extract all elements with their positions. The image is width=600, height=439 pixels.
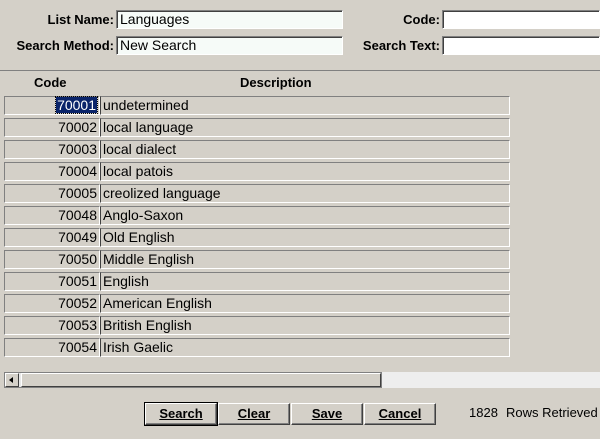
code-value: 70053 bbox=[58, 317, 97, 333]
list-name-field[interactable]: Languages bbox=[116, 10, 343, 29]
table-row[interactable]: 70049 Old English bbox=[4, 228, 510, 250]
table-row[interactable]: 70050 Middle English bbox=[4, 250, 510, 272]
code-value: 70054 bbox=[58, 339, 97, 355]
horizontal-scrollbar[interactable] bbox=[4, 372, 382, 388]
scrollbar-thumb[interactable] bbox=[21, 373, 381, 387]
table-row[interactable]: 70002 local language bbox=[4, 118, 510, 140]
search-method-field[interactable]: New Search bbox=[116, 36, 343, 55]
table-row[interactable]: 70001 undetermined bbox=[4, 96, 510, 118]
scrollbar-track-rest bbox=[382, 372, 600, 388]
table-row[interactable]: 70052 American English bbox=[4, 294, 510, 316]
code-cell[interactable]: 70005 bbox=[4, 184, 100, 203]
code-cell[interactable]: 70053 bbox=[4, 316, 100, 335]
code-value: 70005 bbox=[58, 185, 97, 201]
code-value: 70048 bbox=[58, 207, 97, 223]
description-cell[interactable]: undetermined bbox=[100, 96, 510, 115]
table-row[interactable]: 70053 British English bbox=[4, 316, 510, 338]
column-header-code[interactable]: Code bbox=[34, 72, 67, 94]
arrow-left-icon[interactable] bbox=[5, 373, 19, 387]
code-label: Code: bbox=[403, 12, 440, 27]
code-cell[interactable]: 70054 bbox=[4, 338, 100, 357]
code-cell[interactable]: 70048 bbox=[4, 206, 100, 225]
code-value: 70050 bbox=[58, 251, 97, 267]
list-name-label: List Name: bbox=[47, 12, 114, 27]
code-field[interactable] bbox=[442, 10, 600, 29]
code-value: 70001 bbox=[55, 96, 98, 114]
description-cell[interactable]: American English bbox=[100, 294, 510, 313]
code-cell[interactable]: 70002 bbox=[4, 118, 100, 137]
description-cell[interactable]: British English bbox=[100, 316, 510, 335]
description-cell[interactable]: Irish Gaelic bbox=[100, 338, 510, 357]
table-row[interactable]: 70005 creolized language bbox=[4, 184, 510, 206]
description-cell[interactable]: local dialect bbox=[100, 140, 510, 159]
code-cell[interactable]: 70003 bbox=[4, 140, 100, 159]
code-cell[interactable]: 70049 bbox=[4, 228, 100, 247]
search-method-label: Search Method: bbox=[16, 38, 114, 53]
code-cell[interactable]: 70052 bbox=[4, 294, 100, 313]
description-cell[interactable]: Anglo-Saxon bbox=[100, 206, 510, 225]
code-value: 70051 bbox=[58, 273, 97, 289]
table-row[interactable]: 70051 English bbox=[4, 272, 510, 294]
code-cell[interactable]: 70001 bbox=[4, 96, 100, 115]
code-value: 70003 bbox=[58, 141, 97, 157]
code-value: 70049 bbox=[58, 229, 97, 245]
description-cell[interactable]: Middle English bbox=[100, 250, 510, 269]
description-cell[interactable]: creolized language bbox=[100, 184, 510, 203]
cancel-button[interactable]: Cancel bbox=[364, 403, 436, 425]
description-cell[interactable]: local language bbox=[100, 118, 510, 137]
rows-count: 1828 bbox=[469, 405, 498, 420]
table-row[interactable]: 70054 Irish Gaelic bbox=[4, 338, 510, 360]
code-value: 70052 bbox=[58, 295, 97, 311]
table-row[interactable]: 70003 local dialect bbox=[4, 140, 510, 162]
clear-button[interactable]: Clear bbox=[218, 403, 290, 425]
save-button[interactable]: Save bbox=[291, 403, 363, 425]
description-cell[interactable]: English bbox=[100, 272, 510, 291]
code-cell[interactable]: 70051 bbox=[4, 272, 100, 291]
search-button[interactable]: Search bbox=[144, 402, 218, 426]
table-row[interactable]: 70048 Anglo-Saxon bbox=[4, 206, 510, 228]
code-cell[interactable]: 70004 bbox=[4, 162, 100, 181]
rows-retrieved-label: Rows Retrieved bbox=[506, 405, 598, 420]
grid-header: Code Description bbox=[0, 72, 600, 94]
code-value: 70002 bbox=[58, 119, 97, 135]
table-row[interactable]: 70004 local patois bbox=[4, 162, 510, 184]
code-cell[interactable]: 70050 bbox=[4, 250, 100, 269]
description-cell[interactable]: local patois bbox=[100, 162, 510, 181]
code-value: 70004 bbox=[58, 163, 97, 179]
search-text-field[interactable] bbox=[442, 36, 600, 55]
column-header-description[interactable]: Description bbox=[240, 72, 312, 94]
search-text-label: Search Text: bbox=[362, 38, 440, 53]
description-cell[interactable]: Old English bbox=[100, 228, 510, 247]
